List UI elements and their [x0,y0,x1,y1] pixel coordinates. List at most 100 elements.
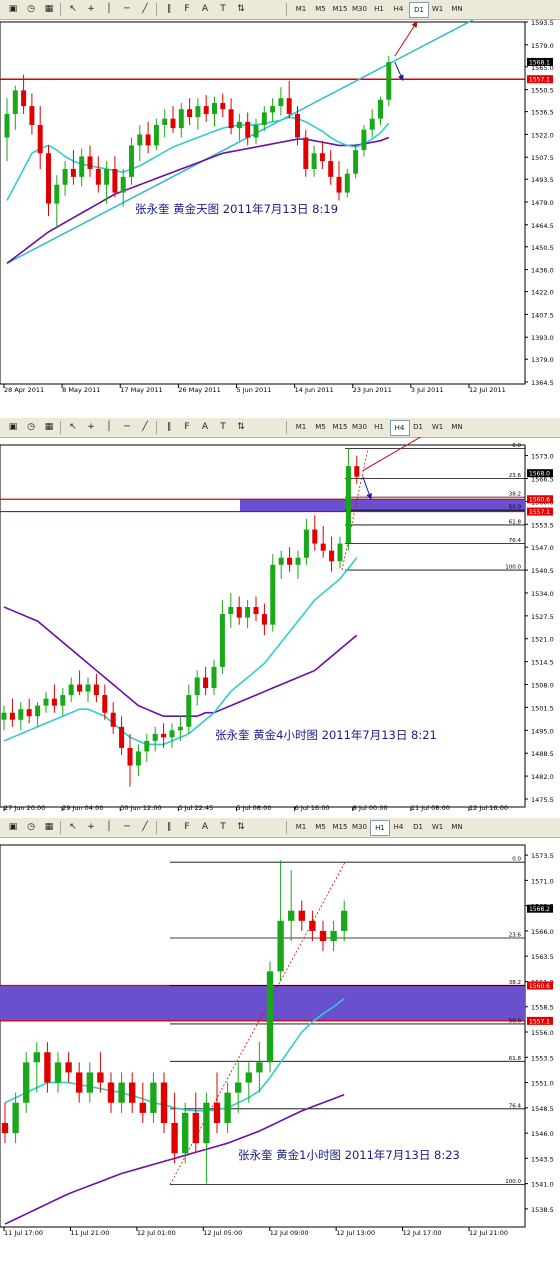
vertical-line-icon[interactable]: │ [102,2,116,16]
timeframe-h4-button[interactable]: H4 [390,820,408,834]
channel-icon[interactable]: ∥ [162,2,176,16]
arrows-icon[interactable]: ⇅ [234,820,248,834]
new-chart-icon[interactable]: ▣ [6,2,20,16]
candle-body [77,684,83,692]
fibonacci-icon[interactable]: F [180,820,194,834]
new-chart-icon[interactable]: ▣ [6,820,20,834]
timeframe-h4-button[interactable]: H4 [390,2,408,16]
text-icon[interactable]: A [198,2,212,16]
timeframe-d1-button[interactable]: D1 [409,420,427,434]
timeframe-w1-button[interactable]: W1 [429,820,447,834]
chart-window-icon[interactable]: ▦ [42,420,56,434]
candle-body [46,153,51,204]
arrows-icon[interactable]: ⇅ [234,2,248,16]
fib-level-label: 38.2 [509,492,521,498]
channel-icon[interactable]: ∥ [162,820,176,834]
candle-body [1,712,7,720]
fibonacci-icon[interactable]: F [180,2,194,16]
y-tick-label: 1501.5 [531,704,554,712]
vertical-line-icon[interactable]: │ [102,820,116,834]
candle-body [287,557,293,565]
timeframe-m15-button[interactable]: M15 [331,2,349,16]
x-tick-label: 6 Jul 16:00 [295,804,330,812]
cursor-icon[interactable]: ↖ [66,820,80,834]
horizontal-line-icon[interactable]: ─ [120,820,134,834]
timeframe-m15-button[interactable]: M15 [331,820,349,834]
chart-window-icon[interactable]: ▦ [42,820,56,834]
timeframe-w1-button[interactable]: W1 [429,420,447,434]
profiles-icon[interactable]: ◷ [24,2,38,16]
timeframe-m30-button[interactable]: M30 [351,2,369,16]
timeframe-mn-button[interactable]: MN [448,420,466,434]
candle-body [319,930,327,942]
timeframe-m1-button[interactable]: M1 [292,820,310,834]
text-icon[interactable]: A [198,820,212,834]
toolbar-separator [60,3,61,16]
candle-body [253,124,259,138]
cursor-icon[interactable]: ↖ [66,2,80,16]
fib-level-label: 76.4 [509,538,522,544]
timeframe-m5-button[interactable]: M5 [312,820,330,834]
candle-body [35,705,41,717]
x-tick-label: 5 Jul 08:00 [237,804,272,812]
y-tick-label: 1393.0 [531,334,554,342]
candle-body [153,124,159,146]
timeframe-m30-button[interactable]: M30 [351,420,369,434]
profiles-icon[interactable]: ◷ [24,420,38,434]
candle-body [178,109,184,129]
text-label-icon[interactable]: T [216,420,230,434]
horizontal-line-icon[interactable]: ─ [120,420,134,434]
timeframe-mn-button[interactable]: MN [448,2,466,16]
timeframe-mn-button[interactable]: MN [448,820,466,834]
y-tick-label: 1558.5 [531,1004,554,1012]
text-icon[interactable]: A [198,420,212,434]
x-tick-label: 8 Jul 00:00 [353,804,388,812]
timeframe-w1-button[interactable]: W1 [429,2,447,16]
trendline-icon[interactable]: ╱ [138,820,152,834]
candle-body [169,730,175,738]
arrows-icon[interactable]: ⇅ [234,420,248,434]
y-tick-label: 1573.5 [531,852,554,860]
channel-icon[interactable]: ∥ [162,420,176,434]
text-label-icon[interactable]: T [216,2,230,16]
timeframe-h1-button[interactable]: H1 [370,2,388,16]
timeframe-m1-button[interactable]: M1 [292,420,310,434]
horizontal-line-icon[interactable]: ─ [120,2,134,16]
timeframe-d1-button[interactable]: D1 [409,2,429,18]
candle-body [118,1082,125,1103]
cursor-icon[interactable]: ↖ [66,420,80,434]
candle-body [70,168,76,177]
vertical-line-icon[interactable]: │ [102,420,116,434]
candle-body [145,134,151,146]
trendline-icon[interactable]: ╱ [138,420,152,434]
new-chart-icon[interactable]: ▣ [6,420,20,434]
timeframe-h1-button[interactable]: H1 [370,420,388,434]
fibonacci-icon[interactable]: F [180,420,194,434]
timeframe-m5-button[interactable]: M5 [312,2,330,16]
text-label-icon[interactable]: T [216,820,230,834]
y-tick-label: 1540.5 [531,567,554,575]
x-tick-label: 30 Jun 12:00 [120,804,161,812]
timeframe-h4-button[interactable]: H4 [389,420,410,436]
chart-annotation: 张永奎 黄金1小时图 2011年7月13日 8:23 [238,1148,460,1162]
timeframe-m5-button[interactable]: M5 [312,420,330,434]
timeframe-h1-button[interactable]: H1 [370,820,390,836]
timeframe-m30-button[interactable]: M30 [351,820,369,834]
timeframe-d1-button[interactable]: D1 [409,820,427,834]
candle-body [87,156,93,169]
timeframe-m15-button[interactable]: M15 [331,420,349,434]
candle-body [203,677,209,689]
chart-window-icon[interactable]: ▦ [42,2,56,16]
crosshair-icon[interactable]: + [84,2,98,16]
crosshair-icon[interactable]: + [84,420,98,434]
y-tick-label: 1475.5 [531,796,554,804]
trendline-icon[interactable]: ╱ [138,2,152,16]
fib-level-label: 23.6 [509,932,522,938]
profiles-icon[interactable]: ◷ [24,820,38,834]
timeframe-m1-button[interactable]: M1 [292,2,310,16]
candle-body [353,150,359,174]
candle-body [253,607,259,615]
y-tick-label: 1541.0 [531,1181,554,1189]
crosshair-icon[interactable]: + [84,820,98,834]
candle-body [203,106,209,114]
